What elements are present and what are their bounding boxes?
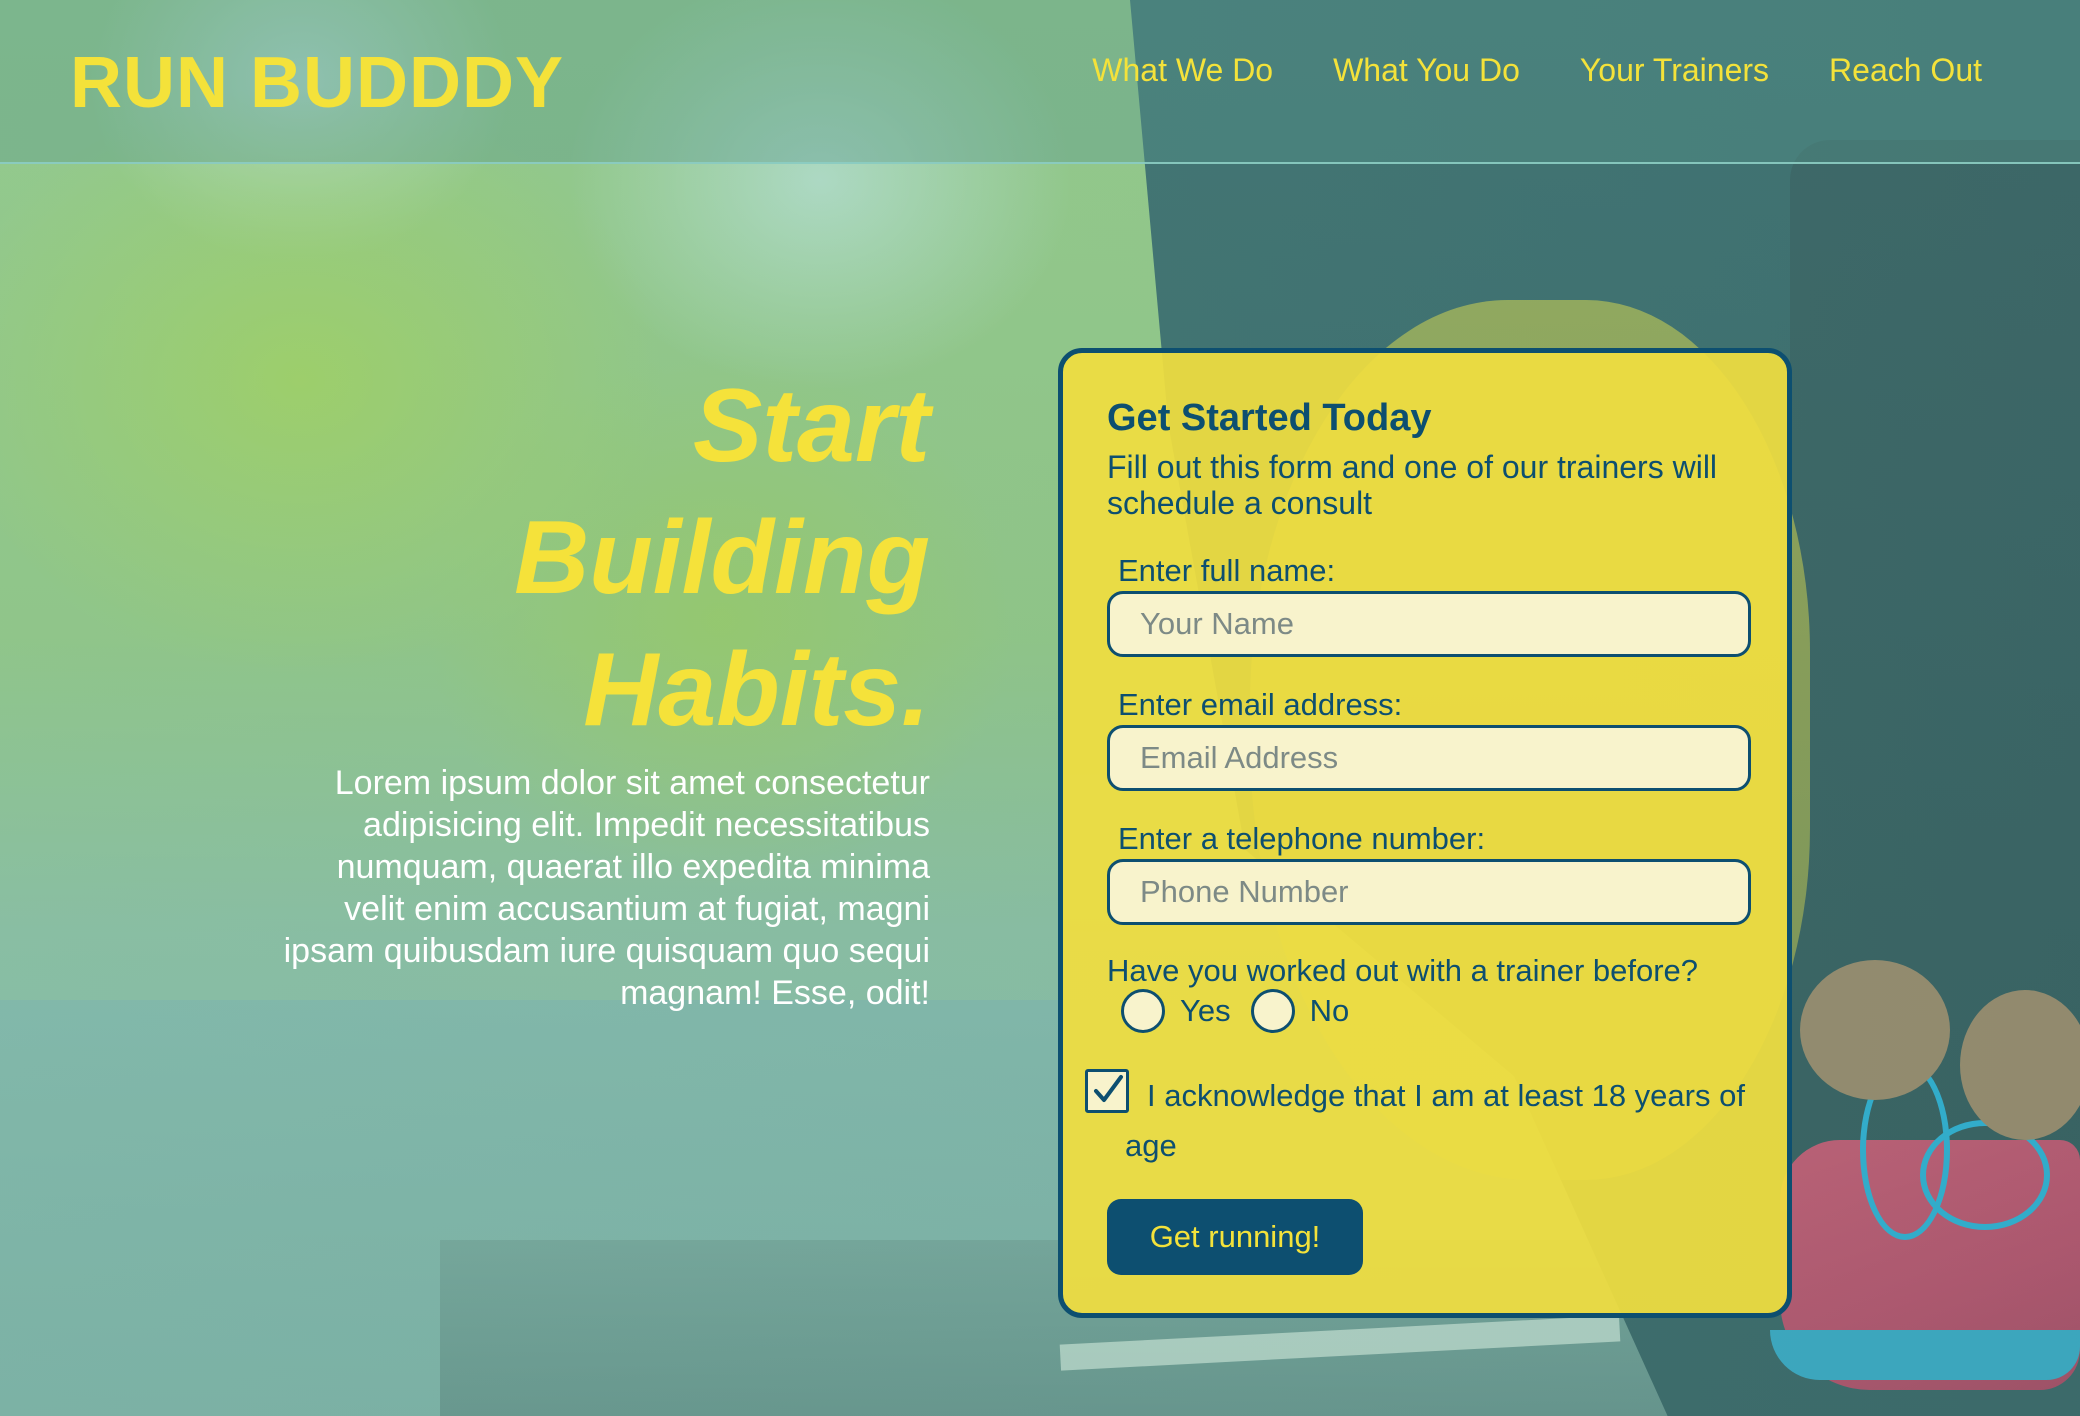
checkmark-icon bbox=[1094, 1075, 1123, 1102]
site-header: RUN BUDDDY What We Do What You Do Your T… bbox=[0, 0, 2080, 164]
main-nav: What We Do What You Do Your Trainers Rea… bbox=[1092, 52, 1982, 89]
email-input[interactable] bbox=[1107, 725, 1751, 791]
age-checkbox[interactable] bbox=[1085, 1069, 1129, 1113]
form-title: Get Started Today bbox=[1107, 397, 1432, 439]
radio-yes-label: Yes bbox=[1180, 993, 1231, 1028]
email-label: Enter email address: bbox=[1118, 687, 1403, 722]
trainer-question: Have you worked out with a trainer befor… bbox=[1107, 953, 1699, 988]
hero-title-line: Habits. bbox=[583, 632, 930, 748]
radio-no-label: No bbox=[1309, 993, 1350, 1028]
phone-input[interactable] bbox=[1107, 859, 1751, 925]
get-started-form: Get Started Today Fill out this form and… bbox=[1058, 348, 1792, 1318]
phone-label: Enter a telephone number: bbox=[1118, 821, 1486, 856]
hero-title: Start Building Habits. bbox=[280, 360, 930, 756]
hero-title-line: Start bbox=[693, 368, 930, 484]
brand-logo[interactable]: RUN BUDDDY bbox=[70, 42, 564, 124]
hero-title-line: Building bbox=[514, 500, 930, 616]
name-label: Enter full name: bbox=[1118, 553, 1336, 588]
hero-description: Lorem ipsum dolor sit amet consectetur a… bbox=[283, 764, 930, 1012]
radio-no[interactable] bbox=[1250, 989, 1295, 1033]
radio-yes[interactable] bbox=[1121, 989, 1165, 1033]
nav-link-what-you-do[interactable]: What You Do bbox=[1333, 52, 1520, 89]
name-input[interactable] bbox=[1107, 591, 1751, 657]
nav-link-what-we-do[interactable]: What We Do bbox=[1092, 52, 1273, 89]
form-subtitle: Fill out this form and one of our traine… bbox=[1107, 449, 1718, 521]
age-checkbox-label: I acknowledge that I am at least 18 year… bbox=[1125, 1078, 1745, 1163]
hero-section: Start Building Habits. Lorem ipsum dolor… bbox=[280, 360, 930, 1014]
get-running-button[interactable]: Get running! bbox=[1107, 1199, 1363, 1275]
nav-link-your-trainers[interactable]: Your Trainers bbox=[1580, 52, 1769, 89]
nav-link-reach-out[interactable]: Reach Out bbox=[1829, 52, 1982, 89]
trainer-radio-group: Yes No bbox=[1121, 989, 1369, 1033]
